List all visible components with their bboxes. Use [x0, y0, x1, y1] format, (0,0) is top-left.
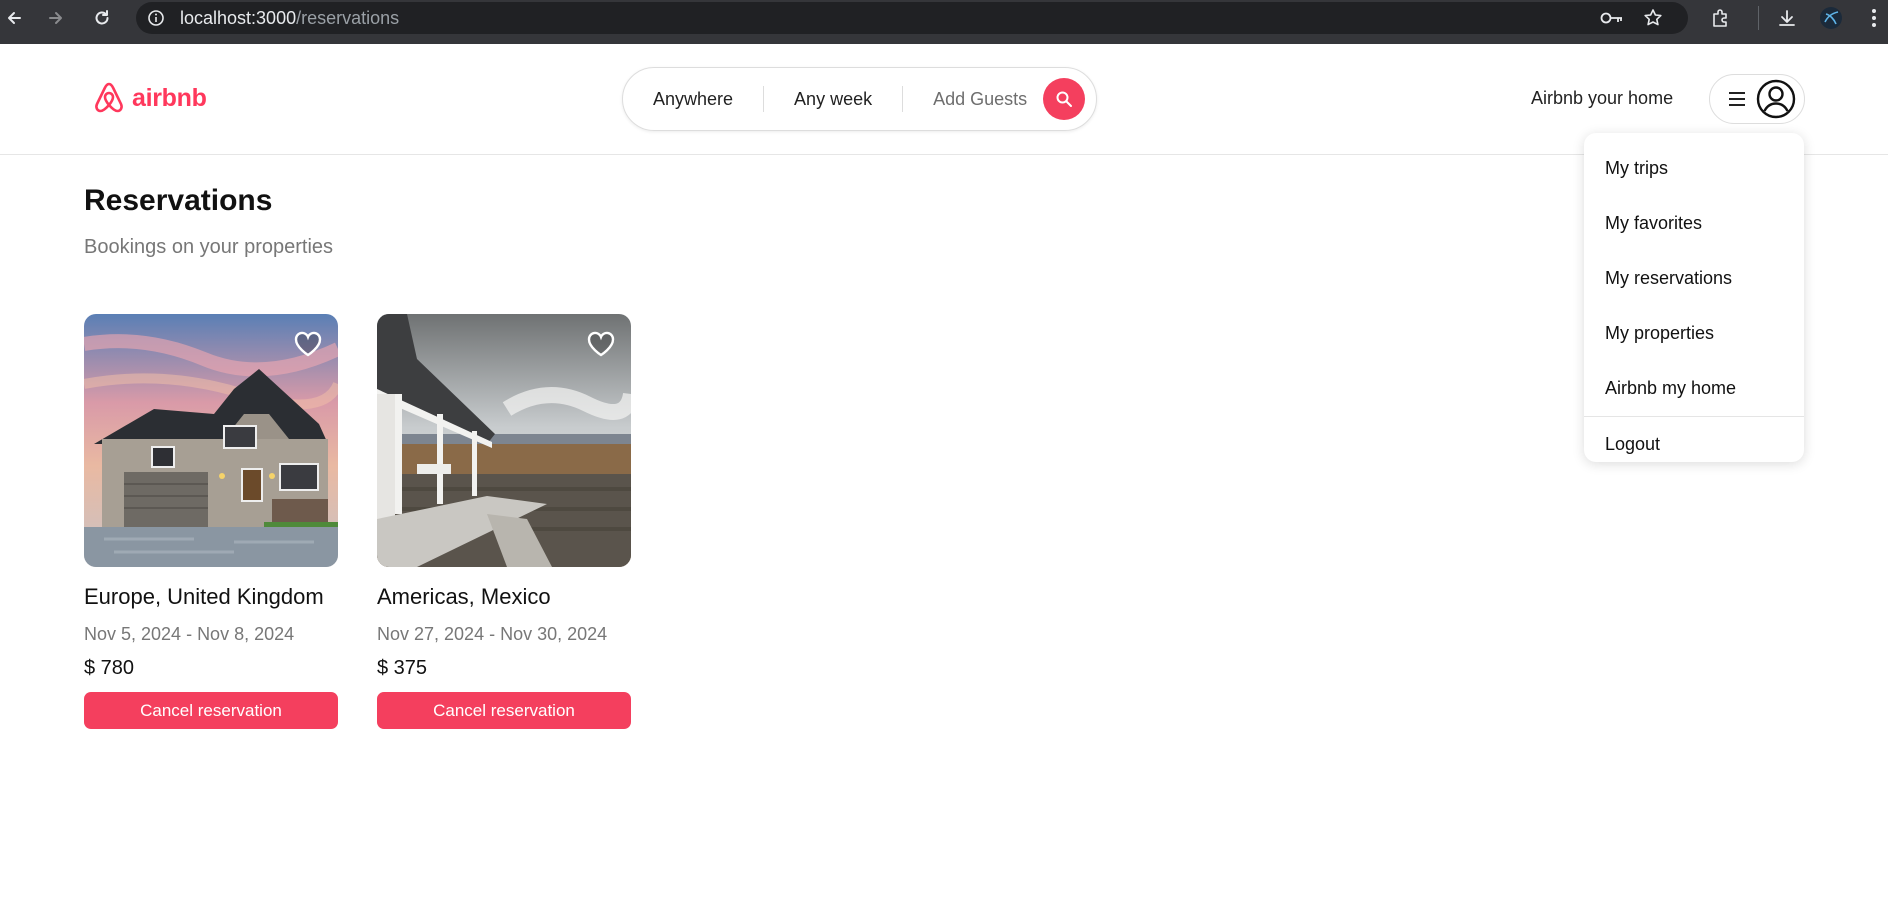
url-host: localhost:3000: [180, 7, 297, 28]
listing-photo[interactable]: [377, 314, 631, 567]
reservation-dates: Nov 5, 2024 - Nov 8, 2024: [84, 624, 295, 644]
reservation-card[interactable]: Americas, Mexico Nov 27, 2024 - Nov 30, …: [377, 314, 631, 729]
reload-icon[interactable]: [88, 4, 116, 32]
extensions-icon[interactable]: [1706, 4, 1734, 32]
reservation-price: $ 780: [84, 657, 135, 679]
heart-favorite-icon[interactable]: [585, 328, 617, 360]
reservation-price: $ 375: [377, 657, 428, 679]
url-path: /reservations: [296, 7, 400, 28]
listing-location: Americas, Mexico: [377, 584, 551, 609]
profile-avatar-icon[interactable]: [1817, 4, 1845, 32]
back-arrow-icon[interactable]: [0, 4, 28, 32]
airbnb-logo[interactable]: airbnb: [92, 80, 207, 116]
search-anywhere[interactable]: Anywhere: [623, 89, 763, 110]
forward-arrow-icon[interactable]: [42, 4, 70, 32]
search-add-guests[interactable]: Add Guests: [903, 89, 1041, 110]
listing-photo[interactable]: [84, 314, 338, 567]
logo-text: airbnb: [132, 83, 207, 112]
airbnb-your-home-link[interactable]: Airbnb your home: [1531, 88, 1673, 109]
menu-item-logout[interactable]: Logout: [1584, 417, 1804, 472]
bookmark-star-icon[interactable]: [1641, 6, 1665, 30]
reservation-dates: Nov 27, 2024 - Nov 30, 2024: [377, 624, 608, 644]
search-any-week[interactable]: Any week: [764, 89, 902, 110]
toolbar-separator: [1758, 6, 1759, 30]
menu-item-my-favorites[interactable]: My favorites: [1584, 196, 1804, 251]
heart-favorite-icon[interactable]: [292, 328, 324, 360]
password-key-icon[interactable]: [1600, 6, 1624, 30]
site-info-icon[interactable]: [146, 8, 166, 28]
browser-toolbar: localhost:3000/reservations: [0, 0, 1888, 44]
menu-item-my-reservations[interactable]: My reservations: [1584, 251, 1804, 306]
page-subtitle: Bookings on your properties: [84, 236, 334, 258]
search-button[interactable]: [1043, 78, 1086, 120]
hamburger-menu-icon: [1729, 92, 1745, 106]
more-menu-icon[interactable]: [1860, 4, 1888, 32]
listing-location: Europe, United Kingdom: [84, 584, 324, 609]
menu-item-airbnb-my-home[interactable]: Airbnb my home: [1584, 361, 1804, 416]
cancel-reservation-button[interactable]: Cancel reservation: [84, 692, 338, 729]
address-bar[interactable]: localhost:3000/reservations: [136, 2, 1688, 34]
url-text: localhost:3000/reservations: [180, 8, 399, 29]
download-icon[interactable]: [1773, 4, 1801, 32]
page-title: Reservations: [84, 184, 273, 217]
user-menu-button[interactable]: [1709, 74, 1805, 124]
cancel-reservation-button[interactable]: Cancel reservation: [377, 692, 631, 729]
airbnb-logo-icon: [95, 82, 123, 113]
search-icon: [1056, 91, 1073, 107]
user-dropdown-menu: My trips My favorites My reservations My…: [1584, 133, 1804, 462]
reservation-card[interactable]: Europe, United Kingdom Nov 5, 2024 - Nov…: [84, 314, 338, 729]
menu-item-my-properties[interactable]: My properties: [1584, 306, 1804, 361]
search-bar[interactable]: Anywhere Any week Add Guests: [622, 67, 1097, 131]
menu-item-my-trips[interactable]: My trips: [1584, 141, 1804, 196]
user-avatar-icon: [1756, 79, 1796, 119]
